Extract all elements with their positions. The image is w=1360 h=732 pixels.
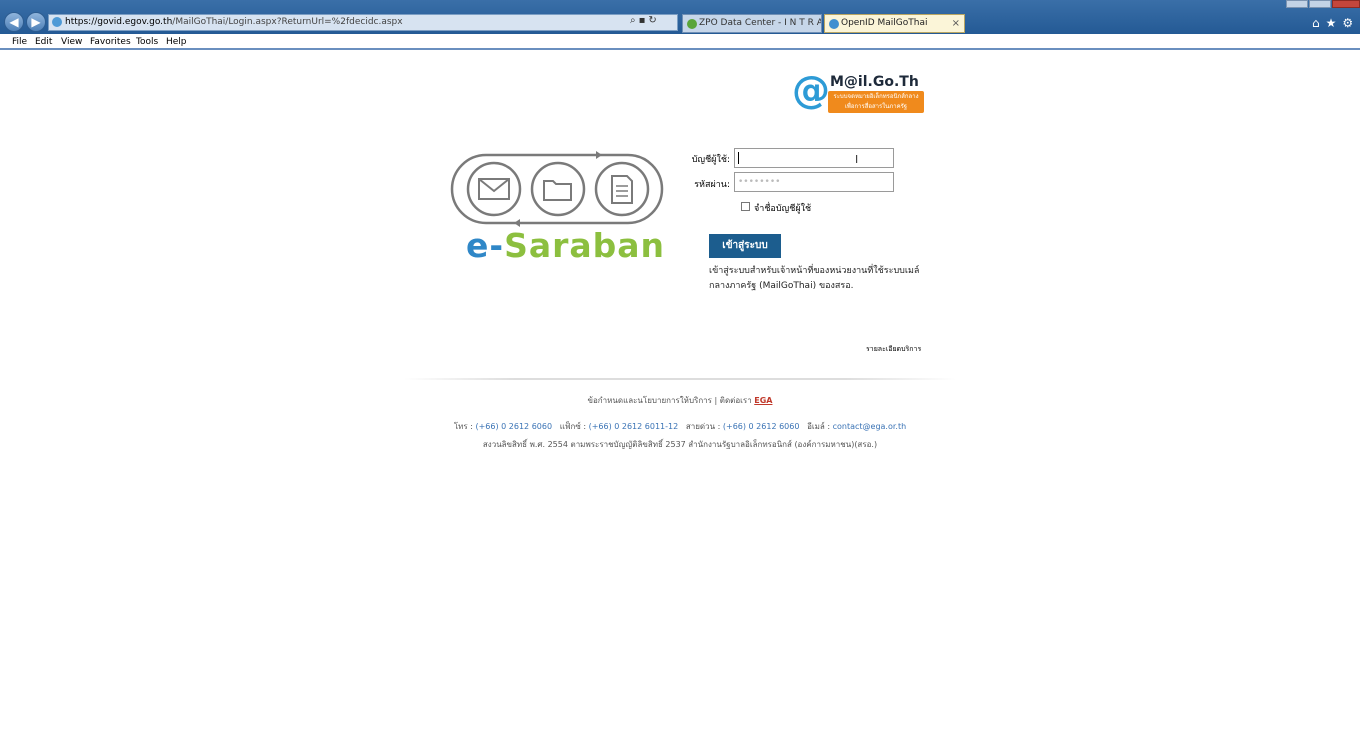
menu-help[interactable]: Help (166, 37, 187, 47)
mail-at-logo: @ (792, 68, 830, 112)
menu-view[interactable]: View (61, 37, 82, 47)
address-bar[interactable]: https://govid.egov.go.th/MailGoThai/Logi… (48, 14, 678, 31)
fax-number: (+66) 0 2612 6011-12 (588, 422, 679, 431)
login-button[interactable]: เข้าสู่ระบบ (709, 234, 781, 258)
login-description: เข้าสู่ระบบสำหรับเจ้าหน้าที่ของหน่วยงานท… (709, 266, 920, 291)
wordmark-e: e- (466, 226, 505, 265)
email-label: อีเมล์ : (807, 422, 831, 431)
maximize-button[interactable] (1309, 0, 1331, 8)
gear-icon[interactable]: ⚙ (1342, 16, 1359, 30)
document-icon (594, 161, 650, 217)
footer-separator: | (714, 396, 718, 405)
refresh-icon[interactable]: ↻ (648, 15, 659, 26)
text-caret (738, 152, 739, 164)
arrow-right-icon (596, 151, 602, 159)
tab-openid-mailgothai[interactable]: OpenID MailGoThai × (824, 14, 965, 33)
fax-label: แฟ็กซ์ : (559, 422, 587, 431)
phone-label: โทร : (453, 422, 473, 431)
tab-favicon-icon (687, 19, 697, 29)
footer-contact: โทร : (+66) 0 2612 6060 แฟ็กซ์ : (+66) 0… (0, 420, 1360, 433)
menu-file[interactable]: File (12, 37, 27, 47)
mail-logo-name: M@il.Go.Th (830, 74, 919, 90)
username-label: บัญชีผู้ใช้: (691, 155, 730, 165)
envelope-icon (466, 161, 522, 217)
browser-titlebar: ◀ ▶ https://govid.egov.go.th/MailGoThai/… (0, 0, 1360, 34)
url-host: https://govid.egov.go.th (65, 17, 173, 27)
service-details-link[interactable]: รายละเอียดบริการ (866, 344, 921, 355)
username-input[interactable]: I (734, 148, 894, 168)
mail-logo-tag-line-2: เพื่อการสื่อสารในภาครัฐ (844, 103, 908, 110)
tab-favicon-icon (829, 19, 839, 29)
menu-favorites[interactable]: Favorites (90, 37, 131, 47)
e-saraban-wordmark: e-Saraban (466, 226, 665, 265)
tab-label: OpenID MailGoThai (841, 18, 928, 28)
footer-links: ข้อกำหนดและนโยบายการให้บริการ | ติดต่อเร… (0, 394, 1360, 407)
close-tab-icon[interactable]: × (952, 15, 960, 32)
footer-divider (404, 378, 956, 380)
remember-me-label: จำชื่อบัญชีผู้ใช้ (754, 204, 812, 214)
menu-edit[interactable]: Edit (35, 37, 52, 47)
window-close-button[interactable] (1332, 0, 1360, 8)
site-favicon-icon (52, 17, 62, 27)
folder-icon (530, 161, 586, 217)
contact-link[interactable]: ติดต่อเรา (720, 396, 752, 405)
email-link[interactable]: contact@ega.or.th (833, 422, 907, 431)
forward-icon[interactable]: ▶ (26, 12, 46, 32)
remember-me-checkbox[interactable] (741, 202, 750, 211)
tab-label: ZPO Data Center - I N T R A N ... (699, 18, 821, 28)
url-path: /MailGoThai/Login.aspx?ReturnUrl=%2fdeci… (172, 17, 403, 27)
minimize-button[interactable] (1286, 0, 1308, 8)
lock-icon: ▪ (638, 15, 649, 26)
phone-number: (+66) 0 2612 6060 (475, 422, 553, 431)
password-input[interactable]: •••••••• (734, 172, 894, 192)
ibeam-cursor-icon: I (855, 153, 859, 166)
home-icon[interactable]: ⌂ (1312, 16, 1326, 30)
mailgoth-logo: @ M@il.Go.Th ระบบจดหมายอิเล็กทรอนิกส์กลา… (792, 68, 927, 116)
policy-link[interactable]: ข้อกำหนดและนโยบายการให้บริการ (588, 396, 712, 405)
menu-tools[interactable]: Tools (136, 37, 158, 47)
back-icon[interactable]: ◀ (4, 12, 24, 32)
wordmark-saraban: Saraban (504, 226, 666, 265)
hotline-number: (+66) 0 2612 6060 (722, 422, 800, 431)
address-tools[interactable]: ⌕▪↻ (630, 15, 660, 26)
tab-zpo-data-center[interactable]: ZPO Data Center - I N T R A N ... (682, 14, 822, 33)
mail-logo-tagline: ระบบจดหมายอิเล็กทรอนิกส์กลาง เพื่อการสื่… (828, 91, 924, 113)
password-label: รหัสผ่าน: (694, 180, 730, 190)
ega-link[interactable]: EGA (754, 396, 772, 405)
footer-copyright: สงวนลิขสิทธิ์ พ.ศ. 2554 ตามพระราชบัญญัติ… (482, 440, 878, 449)
hotline-label: สายด่วน : (685, 422, 721, 431)
toolbar-icons: ⌂★⚙ (1312, 16, 1359, 30)
menu-bar: File Edit View Favorites Tools Help (0, 34, 1360, 50)
star-icon[interactable]: ★ (1326, 16, 1343, 30)
mail-logo-tag-line-1: ระบบจดหมายอิเล็กทรอนิกส์กลาง (833, 93, 919, 100)
search-icon[interactable]: ⌕ (630, 15, 639, 26)
